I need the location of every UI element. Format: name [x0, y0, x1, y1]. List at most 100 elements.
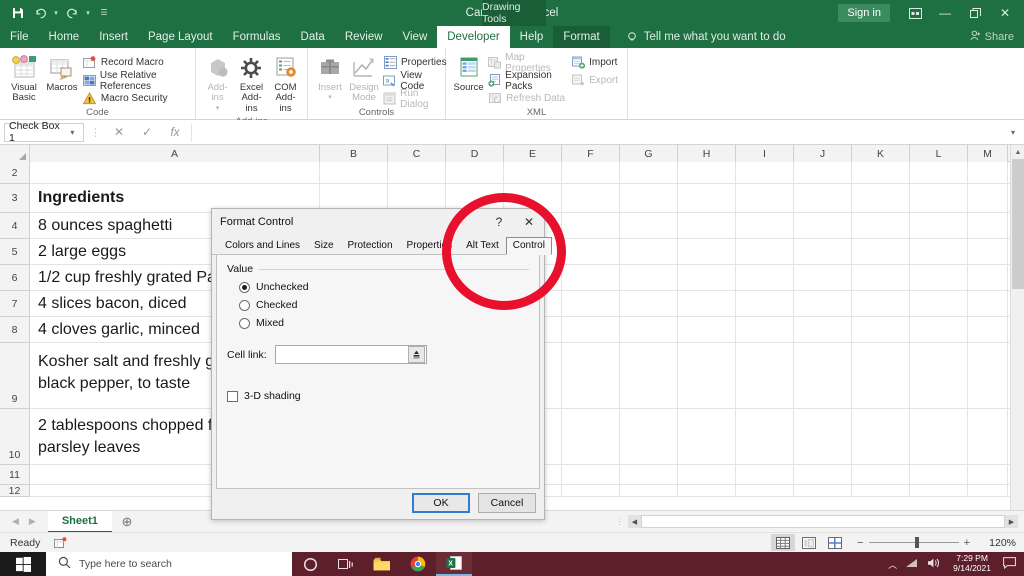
cell-M5[interactable] — [968, 239, 1008, 264]
minimize-icon[interactable]: — — [930, 1, 960, 25]
show-hidden-icons-icon[interactable]: ︿ — [888, 558, 897, 571]
column-header-B[interactable]: B — [320, 145, 388, 162]
cell-G8[interactable] — [620, 317, 678, 342]
formula-input[interactable] — [191, 122, 1002, 142]
cell-link-field[interactable] — [274, 345, 427, 364]
cell-K12[interactable] — [852, 485, 910, 496]
cell-M3[interactable] — [968, 184, 1008, 212]
radio-unchecked-indicator[interactable] — [239, 281, 250, 293]
dialog-tab-colors-and-lines[interactable]: Colors and Lines — [218, 238, 307, 254]
cell-F5[interactable] — [562, 239, 620, 264]
row-header-2[interactable]: 2 — [0, 162, 30, 184]
cell-G7[interactable] — [620, 291, 678, 316]
insert-control-dropdown-icon[interactable]: ▾ — [328, 94, 332, 102]
cell-K10[interactable] — [852, 409, 910, 464]
cell-I2[interactable] — [736, 162, 794, 183]
vertical-scroll-thumb[interactable] — [1012, 159, 1024, 289]
page-layout-view-button[interactable] — [797, 534, 821, 551]
horizontal-scrollbar[interactable]: ◀ ▶ — [628, 515, 1018, 528]
undo-icon[interactable] — [30, 3, 50, 23]
dialog-tab-size[interactable]: Size — [307, 238, 340, 254]
cell-J9[interactable] — [794, 343, 852, 408]
cell-F6[interactable] — [562, 265, 620, 290]
cell-J2[interactable] — [794, 162, 852, 183]
cell-H4[interactable] — [678, 213, 736, 238]
tab-file[interactable]: File — [0, 26, 39, 48]
column-header-K[interactable]: K — [852, 145, 910, 162]
cell-F4[interactable] — [562, 213, 620, 238]
cell-K6[interactable] — [852, 265, 910, 290]
cell-E2[interactable] — [504, 162, 562, 183]
record-macro-button[interactable]: Record Macro — [82, 54, 189, 71]
row-header-12[interactable]: 12 — [0, 485, 30, 497]
com-add-ins-button[interactable]: COM Add-ins — [270, 52, 302, 116]
cell-A2[interactable] — [30, 162, 320, 183]
cell-F11[interactable] — [562, 465, 620, 484]
column-header-F[interactable]: F — [562, 145, 620, 162]
tab-view[interactable]: View — [393, 26, 438, 48]
use-relative-references-button[interactable]: Use Relative References — [82, 70, 189, 92]
dialog-tab-properties[interactable]: Properties — [400, 238, 460, 254]
cell-D2[interactable] — [446, 162, 504, 183]
cell-F3[interactable] — [562, 184, 620, 212]
cell-I11[interactable] — [736, 465, 794, 484]
cell-K5[interactable] — [852, 239, 910, 264]
radio-checked[interactable]: Checked — [227, 299, 529, 311]
tab-review[interactable]: Review — [335, 26, 393, 48]
zoom-in-button[interactable]: + — [964, 537, 970, 549]
cell-F10[interactable] — [562, 409, 620, 464]
cell-F9[interactable] — [562, 343, 620, 408]
macros-button[interactable]: Macros — [44, 52, 80, 95]
cell-M2[interactable] — [968, 162, 1008, 183]
save-icon[interactable] — [8, 3, 28, 23]
restore-icon[interactable] — [960, 1, 990, 25]
cell-H8[interactable] — [678, 317, 736, 342]
zoom-level-label[interactable]: 120% — [980, 537, 1016, 549]
cell-J4[interactable] — [794, 213, 852, 238]
cell-I7[interactable] — [736, 291, 794, 316]
view-code-button[interactable]: a View Code — [382, 70, 450, 92]
redo-icon[interactable] — [62, 3, 82, 23]
row-header-6[interactable]: 6 — [0, 265, 30, 291]
row-header-3[interactable]: 3 — [0, 184, 30, 213]
properties-button[interactable]: Properties — [382, 54, 450, 71]
cell-K2[interactable] — [852, 162, 910, 183]
dialog-tab-alt-text[interactable]: Alt Text — [459, 238, 506, 254]
cell-H6[interactable] — [678, 265, 736, 290]
row-header-11[interactable]: 11 — [0, 465, 30, 485]
column-header-E[interactable]: E — [504, 145, 562, 162]
cell-J8[interactable] — [794, 317, 852, 342]
cell-M4[interactable] — [968, 213, 1008, 238]
scroll-right-icon[interactable]: ▶ — [1005, 515, 1018, 528]
tab-insert[interactable]: Insert — [89, 26, 138, 48]
sheet-tab-sheet1[interactable]: Sheet1 — [47, 510, 112, 533]
cell-J5[interactable] — [794, 239, 852, 264]
cell-G3[interactable] — [620, 184, 678, 212]
customize-quick-access-icon[interactable]: ☰ — [94, 3, 114, 23]
cell-M10[interactable] — [968, 409, 1008, 464]
cell-M7[interactable] — [968, 291, 1008, 316]
share-button[interactable]: Share — [970, 26, 1024, 48]
cell-I5[interactable] — [736, 239, 794, 264]
cell-F12[interactable] — [562, 485, 620, 496]
cell-K11[interactable] — [852, 465, 910, 484]
cell-L3[interactable] — [910, 184, 968, 212]
zoom-thumb[interactable] — [914, 537, 919, 548]
cell-H10[interactable] — [678, 409, 736, 464]
dialog-tab-control[interactable]: Control — [505, 237, 552, 255]
cell-H12[interactable] — [678, 485, 736, 496]
ribbon-display-options-icon[interactable] — [900, 1, 930, 25]
run-dialog-button[interactable]: Run Dialog — [382, 88, 450, 110]
name-box[interactable]: Check Box 1 ▾ — [4, 120, 84, 144]
cell-J3[interactable] — [794, 184, 852, 212]
cell-H2[interactable] — [678, 162, 736, 183]
cell-G12[interactable] — [620, 485, 678, 496]
range-picker-icon[interactable] — [407, 346, 425, 363]
visual-basic-button[interactable]: Visual Basic — [6, 52, 42, 106]
cell-G5[interactable] — [620, 239, 678, 264]
cell-L11[interactable] — [910, 465, 968, 484]
name-box-dropdown-icon[interactable]: ▾ — [66, 128, 79, 137]
cell-I12[interactable] — [736, 485, 794, 496]
cell-J6[interactable] — [794, 265, 852, 290]
enter-icon[interactable]: ✓ — [135, 125, 159, 139]
